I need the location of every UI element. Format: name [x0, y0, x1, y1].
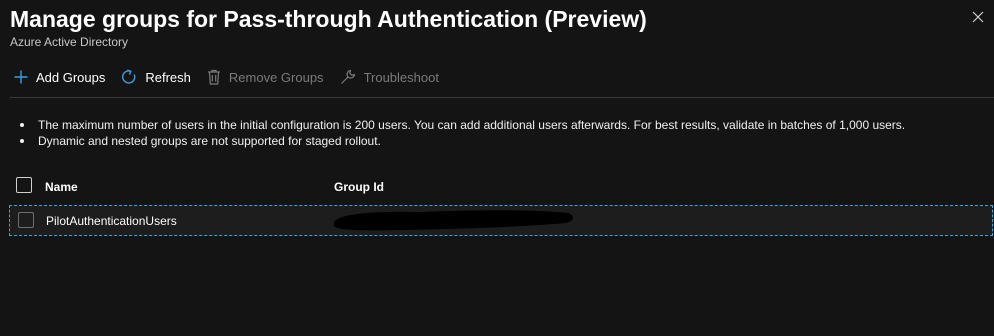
- trash-icon: [207, 69, 220, 85]
- redaction-mark: [334, 210, 574, 231]
- page-title: Manage groups for Pass-through Authentic…: [10, 6, 647, 32]
- refresh-icon: [122, 69, 136, 84]
- close-icon[interactable]: [970, 9, 986, 25]
- info-notes: The maximum number of users in the initi…: [18, 117, 905, 149]
- add-groups-button[interactable]: Add Groups: [14, 66, 105, 88]
- refresh-label: Refresh: [145, 69, 191, 85]
- add-groups-label: Add Groups: [36, 69, 106, 85]
- note-item: Dynamic and nested groups are not suppor…: [18, 133, 905, 149]
- page-subtitle: Azure Active Directory: [10, 35, 129, 49]
- group-name-cell: PilotAuthenticationUsers: [46, 214, 177, 228]
- plus-icon: [14, 70, 28, 84]
- note-item: The maximum number of users in the initi…: [18, 117, 905, 133]
- table-header: Name Group Id: [16, 176, 994, 198]
- command-bar: Add Groups Refresh Remove Groups Trouble…: [14, 66, 455, 88]
- wrench-icon: [340, 69, 355, 84]
- remove-groups-label: Remove Groups: [228, 69, 324, 85]
- select-all-checkbox[interactable]: [16, 177, 32, 193]
- remove-groups-button[interactable]: Remove Groups: [207, 66, 324, 88]
- refresh-button[interactable]: Refresh: [121, 66, 191, 88]
- troubleshoot-label: Troubleshoot: [363, 69, 439, 85]
- table-row[interactable]: PilotAuthenticationUsers: [9, 205, 993, 236]
- toolbar-divider: [10, 97, 994, 98]
- column-header-name[interactable]: Name: [45, 180, 78, 194]
- column-header-group-id[interactable]: Group Id: [334, 180, 384, 194]
- row-checkbox[interactable]: [18, 212, 34, 228]
- blade-header: Manage groups for Pass-through Authentic…: [10, 4, 954, 49]
- troubleshoot-button[interactable]: Troubleshoot: [340, 66, 439, 88]
